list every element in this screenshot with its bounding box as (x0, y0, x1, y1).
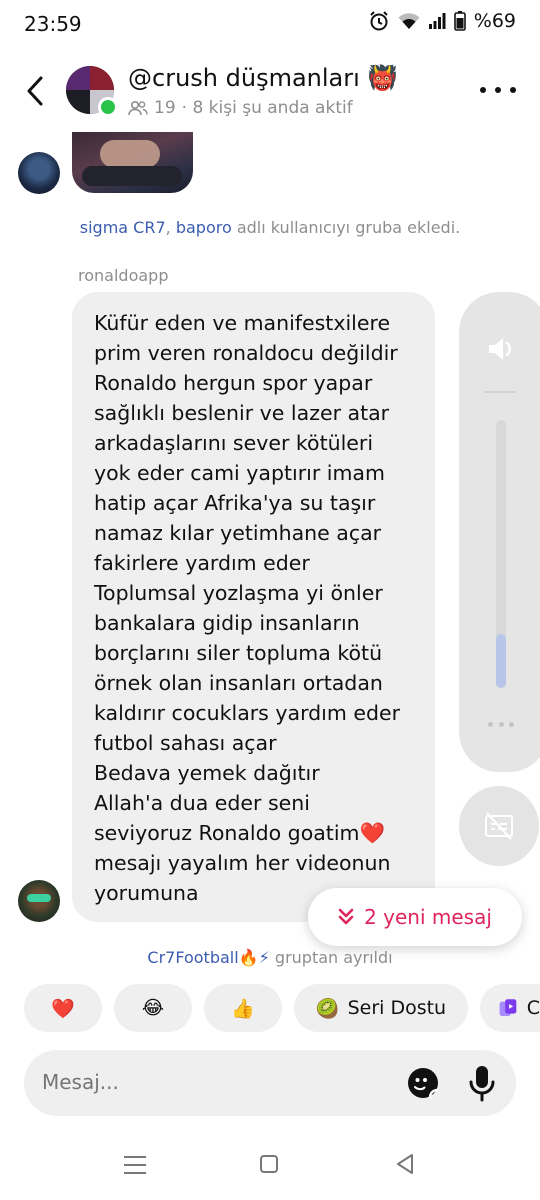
username-link[interactable]: sigma CR7 (80, 218, 166, 237)
signal-icon (428, 13, 446, 29)
cards-icon (499, 999, 517, 1016)
dot-icon (510, 87, 516, 93)
back-button[interactable] (20, 74, 50, 108)
status-icons: %69 (368, 10, 516, 32)
reaction-label: Seri Dostu (347, 997, 447, 1019)
speaker-icon[interactable] (486, 334, 518, 364)
recent-apps-button[interactable] (124, 1156, 146, 1174)
thumbs-up-emoji: 👍 (231, 997, 255, 1020)
reaction-heart[interactable]: ❤️ (24, 984, 102, 1032)
alarm-icon (370, 11, 388, 31)
volume-more-button[interactable] (488, 722, 514, 730)
live-caption-button[interactable] (459, 786, 539, 866)
reaction-more[interactable]: C (480, 984, 540, 1032)
nav-back-button[interactable] (394, 1153, 416, 1175)
volume-divider (484, 391, 516, 393)
new-messages-button[interactable]: 2 yeni mesaj (308, 888, 522, 946)
laughing-emoji: 😂 (141, 997, 165, 1019)
sender-avatar[interactable] (18, 152, 60, 194)
caption-off-icon (485, 812, 513, 840)
chevron-left-icon (27, 76, 43, 106)
battery-percent: %69 (473, 10, 516, 32)
message-input[interactable] (42, 1070, 362, 1094)
dot-icon (480, 87, 486, 93)
username-link[interactable]: baporo (176, 218, 232, 237)
double-chevron-down-icon (338, 908, 354, 925)
reaction-laugh[interactable]: 😂 (114, 984, 192, 1032)
sender-avatar[interactable] (18, 880, 60, 922)
more-options-button[interactable] (480, 80, 516, 100)
member-count: 19 (154, 98, 176, 118)
online-indicator (98, 97, 118, 117)
reaction-label: C (526, 997, 540, 1019)
battery-icon (453, 11, 466, 31)
message-sender-name: ronaldoapp (78, 266, 169, 285)
home-button[interactable] (260, 1155, 278, 1173)
ogre-emoji: 👹 (367, 64, 398, 92)
group-title-text: @crush düşmanları (128, 64, 360, 92)
sticker-icon[interactable] (406, 1066, 440, 1100)
microphone-icon[interactable] (466, 1064, 498, 1102)
dot-icon (495, 87, 501, 93)
reaction-seri-dostu[interactable]: 🥝 Seri Dostu (294, 984, 468, 1032)
kiwi-character-emoji: 🥝 (315, 997, 340, 1020)
group-subtitle: 19 · 8 kişi şu anda aktif (128, 98, 353, 118)
media-thumbnail[interactable] (72, 132, 193, 193)
volume-slider-fill (496, 634, 506, 688)
reaction-thumbs-up[interactable]: 👍 (204, 984, 282, 1032)
message-text: Küfür eden ve manifestxilere prim veren … (94, 311, 400, 905)
heart-emoji: ❤️ (51, 997, 75, 1020)
new-messages-label: 2 yeni mesaj (364, 905, 492, 929)
members-icon (128, 100, 148, 116)
active-count: · 8 kişi şu anda aktif (181, 98, 353, 118)
status-time: 23:59 (24, 12, 82, 36)
wifi-icon (398, 13, 420, 29)
username-link[interactable]: Cr7Football🔥⚡ (147, 948, 269, 967)
system-notice: sigma CR7, baporo adlı kullanıcıyı gruba… (79, 218, 461, 237)
group-title[interactable]: @crush düşmanları 👹 (128, 64, 398, 92)
left-group-notice: Cr7Football🔥⚡ gruptan ayrıldı (147, 948, 393, 967)
